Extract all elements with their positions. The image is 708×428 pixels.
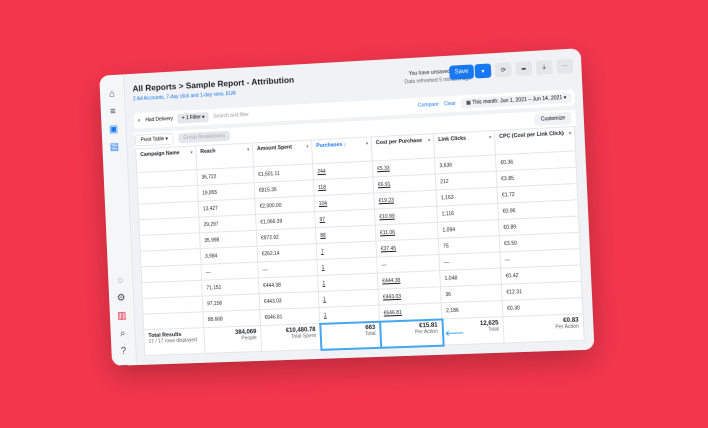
search-icon[interactable]: ⌕ [110, 326, 135, 343]
chevron-down-icon[interactable]: ▾ [569, 130, 571, 135]
column-header-label: Reach [200, 148, 216, 156]
notifications-icon[interactable]: ▥ [110, 308, 135, 325]
total-cpp-unit: Per Action [414, 328, 439, 336]
home-icon[interactable]: ⌂ [100, 86, 125, 103]
group-breakdowns-button: Group Breakdowns [178, 130, 231, 144]
customize-button[interactable]: Customize [534, 111, 572, 126]
column-header-label: Link Clicks [438, 135, 467, 144]
chevron-down-icon[interactable]: ▾ [306, 144, 308, 149]
column-header-label: Amount Spent [256, 144, 293, 153]
chevron-down-icon[interactable]: ▾ [247, 147, 249, 152]
clear-link[interactable]: Clear [444, 101, 456, 108]
chevron-down-icon[interactable]: ▾ [489, 134, 491, 139]
save-button[interactable]: Save [449, 64, 475, 80]
column-header[interactable]: Campaign Name ▾ [135, 145, 197, 173]
column-header[interactable]: Reach ▾ [195, 143, 254, 170]
column-header-label: CPC (Cost per Link Click) [499, 130, 564, 140]
total-spent-unit: Total Spent [290, 333, 316, 340]
filter-chip[interactable]: + 1 Filter ▾ [177, 112, 209, 124]
column-header[interactable]: CPC (Cost per Link Click) ▾ [494, 126, 576, 155]
date-range-picker[interactable]: ▦ This month: Jun 1, 2021 – Jun 14, 2021… [460, 92, 572, 109]
total-reach-unit: People [241, 335, 257, 342]
menu-icon[interactable]: ≡ [101, 104, 126, 121]
loading-icon: ◌ [117, 275, 124, 287]
chevron-down-icon[interactable]: ▾ [366, 141, 368, 146]
more-icon[interactable]: ··· [556, 58, 574, 74]
column-header[interactable]: Cost per Purchase ▾ [371, 133, 435, 161]
table-icon[interactable]: ▦ [112, 361, 137, 366]
column-header[interactable]: Purchases ↓ ▾ [311, 136, 373, 164]
date-range-label: This month: Jun 1, 2021 – Jun 14, 2021 ▾ [472, 94, 567, 106]
pivot-table-button[interactable]: Pivot Table ▾ [134, 132, 175, 147]
download-icon[interactable]: ⤓ [535, 59, 553, 76]
report-table: Campaign Name ▾ Reach ▾ Amount Spent ▾ Purchas… [135, 125, 585, 356]
gear-icon[interactable]: ⚙ [109, 290, 134, 307]
reports-icon[interactable]: ▣ [101, 121, 126, 138]
compare-link[interactable]: Compare [418, 102, 439, 109]
chevron-down-icon[interactable]: ▾ [428, 137, 430, 142]
column-header-label: Purchases ↓ [316, 141, 347, 150]
help-icon[interactable]: ? [111, 343, 136, 360]
report-window: ⌂ ≡ ▣ ▤ ◌ ⚙ ▥ ⌕ ? ▦ All Reports > Sample… [99, 48, 595, 366]
calendar-icon: ▦ [465, 99, 471, 107]
rows-displayed: 17 / 17 rows displayed [148, 337, 197, 345]
total-cpc-unit: Per Action [555, 323, 580, 331]
share-icon[interactable]: ➦ [515, 61, 533, 77]
column-header-label: Campaign Name [140, 150, 180, 159]
column-header-label: Cost per Purchase [375, 137, 423, 147]
save-dropdown-button[interactable]: ▾ [474, 63, 492, 79]
total-purchases-unit: Total [364, 330, 376, 338]
column-header[interactable]: Amount Spent ▾ [252, 139, 313, 167]
chevron-down-icon[interactable]: ▾ [190, 150, 192, 155]
delivery-filter[interactable]: Had Delivery [145, 116, 173, 123]
column-header[interactable]: Link Clicks ▾ [433, 130, 496, 158]
breadcrumb-root[interactable]: All Reports [132, 81, 176, 93]
search-icon: ⌕ [137, 117, 141, 124]
breadcrumb-separator: > [178, 80, 184, 91]
arrow-left-icon: ⟵ [444, 324, 465, 341]
saved-reports-icon[interactable]: ▤ [102, 139, 127, 156]
refresh-icon[interactable]: ⟳ [494, 62, 512, 78]
